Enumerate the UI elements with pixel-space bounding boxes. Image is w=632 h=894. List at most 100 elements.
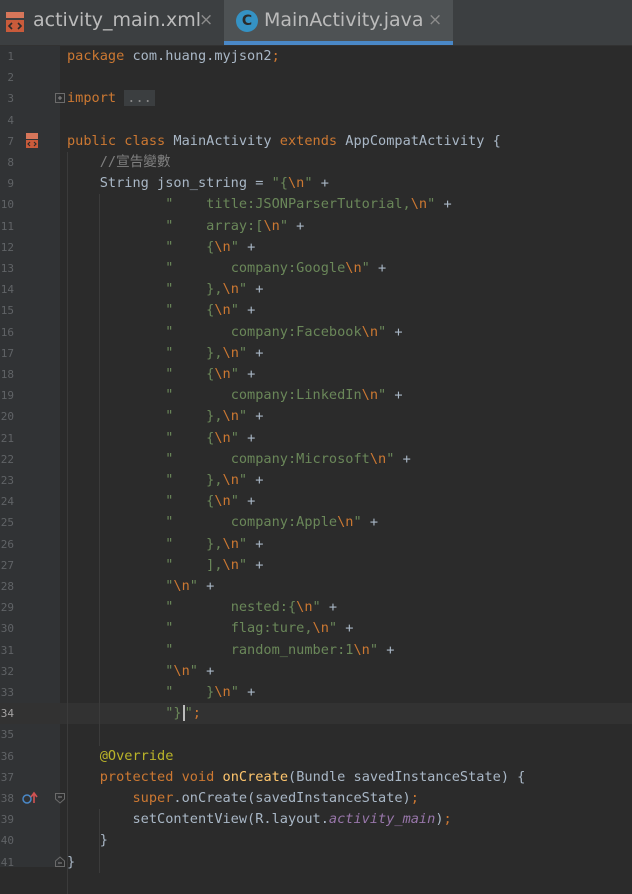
close-icon[interactable]: × [199,10,213,30]
code-line[interactable]: 32 "\n" + [0,661,632,682]
code-text: " },\n" + [165,344,264,361]
code-line[interactable]: 21 " {\n" + [0,428,632,449]
code-line[interactable]: 31 " random_number:1\n" + [0,640,632,661]
code-line[interactable]: 16 " company:Facebook\n" + [0,322,632,343]
code-line[interactable]: 9 String json_string = "{\n" + [0,173,632,194]
fold-end-icon[interactable] [55,854,65,873]
code-line[interactable]: 12 " {\n" + [0,237,632,258]
line-number: 38 [0,792,14,805]
xml-layout-icon [6,12,24,32]
code-line[interactable]: 19 " company:LinkedIn\n" + [0,385,632,406]
code-text: "} "; [165,705,201,722]
line-number: 20 [0,410,14,424]
line-number: 4 [7,113,14,127]
code-text: " nested:{\n" + [165,599,338,616]
code-text: " {\n" + [165,429,256,446]
active-tab-indicator [224,41,453,45]
code-text: " {\n" + [165,366,256,382]
code-line[interactable]: 37 protected void onCreate(Bundle savedI… [0,767,632,788]
indent-guide [99,809,100,873]
code-line[interactable]: 25 " company:Apple\n" + [0,512,632,533]
code-text: " company:Google\n" + [165,260,387,276]
code-line[interactable]: 20 " },\n" + [0,406,632,427]
fold-expand-icon[interactable] [55,90,65,109]
code-line[interactable]: 11 " array:[\n" + [0,216,632,237]
code-text: " },\n" + [165,472,264,488]
code-text: " },\n" + [165,535,264,552]
code-line[interactable]: 22 " company:Microsoft\n" + [0,449,632,470]
override-method-icon[interactable] [22,790,38,809]
code-line[interactable]: 13 " company:Google\n" + [0,258,632,279]
code-line[interactable]: 40 } [0,830,632,851]
line-number: 30 [0,622,14,636]
line-number: 40 [0,834,14,848]
code-line[interactable]: 29 " nested:{\n" + [0,597,632,618]
code-text: " array:[\n" + [165,217,305,234]
code-line[interactable]: 36 @Override [0,746,632,767]
close-icon[interactable]: × [428,10,442,30]
line-number: 8 [7,156,14,169]
code-text: " },\n" + [165,408,264,425]
line-number: 14 [0,283,14,297]
line-number: 10 [0,198,14,212]
code-line[interactable]: 30 " flag:ture,\n" + [0,618,632,639]
code-line[interactable]: 23 " },\n" + [0,470,632,491]
code-text: @Override [67,747,174,764]
code-line[interactable]: 14 " },\n" + [0,279,632,300]
code-text: //宣告變數 [67,154,171,170]
code-line[interactable]: 41} [0,852,632,873]
line-number: 29 [0,601,14,615]
indent-guide [67,152,68,894]
fold-collapse-icon[interactable] [55,790,65,809]
tab-activity-main-xml[interactable]: activity_main.xml × [0,0,222,45]
line-number: 22 [0,452,14,466]
code-line[interactable]: 35 [0,724,632,745]
code-line[interactable]: 10 " title:JSONParserTutorial,\n" + [0,194,632,215]
code-line[interactable]: 27 " ],\n" + [0,555,632,576]
code-text: String json_string = "{\n" + [67,175,329,192]
line-number: 37 [0,770,14,784]
code-line[interactable]: 34 "} "; [0,703,632,725]
code-text: " }\n" + [165,684,256,700]
line-number: 16 [0,325,14,339]
text-cursor [182,705,185,722]
code-text: " company:Apple\n" + [165,514,379,531]
code-text: " ],\n" + [165,556,264,573]
tab-main-activity-java[interactable]: C MainActivity.java × [224,0,453,45]
tab-label: MainActivity.java [264,9,424,31]
code-line[interactable]: 39 setContentView(R.layout.activity_main… [0,809,632,830]
code-line[interactable]: 1 package com.huang.myjson2; [0,46,632,67]
line-number: 23 [0,474,14,487]
code-line[interactable]: 4 [0,110,632,131]
indent-guide [99,194,100,746]
code-line[interactable]: 17 " },\n" + [0,343,632,364]
code-line[interactable]: 18 " {\n" + [0,364,632,385]
code-line[interactable]: 33 " }\n" + [0,682,632,703]
code-line[interactable]: 15 " {\n" + [0,300,632,321]
code-text: } [67,832,108,849]
line-number: 39 [0,813,14,827]
line-number: 18 [0,368,14,381]
code-text: " company:Facebook\n" + [165,323,403,340]
code-editor[interactable]: 1 package com.huang.myjson2; 2 3 import ... 4… [0,46,632,894]
code-line[interactable]: 38 super.onCreate(savedInstanceState); [0,788,632,809]
code-line[interactable]: 24 " {\n" + [0,491,632,512]
code-text: " flag:ture,\n" + [165,620,354,637]
line-number: 32 [0,664,14,678]
line-number: 27 [0,558,14,572]
line-number: 41 [0,855,14,869]
tab-label: activity_main.xml [33,9,202,31]
code-line[interactable]: 8 //宣告變數 [0,152,632,173]
code-text: protected void onCreate(Bundle savedInst… [99,768,526,785]
layout-link-icon[interactable] [25,132,39,153]
code-line[interactable]: 26 " },\n" + [0,534,632,555]
code-line[interactable]: 28 "\n" + [0,576,632,597]
line-number: 15 [0,304,14,318]
line-number: 17 [0,346,14,360]
code-line[interactable]: 2 [0,67,632,88]
code-line[interactable]: 3 import ... [0,88,632,109]
line-number: 36 [0,749,14,763]
code-line[interactable]: 7 public class MainActivity extends AppCo… [0,131,632,152]
code-text: package com.huang.myjson2; [67,48,280,64]
code-text: " {\n" + [165,493,256,510]
